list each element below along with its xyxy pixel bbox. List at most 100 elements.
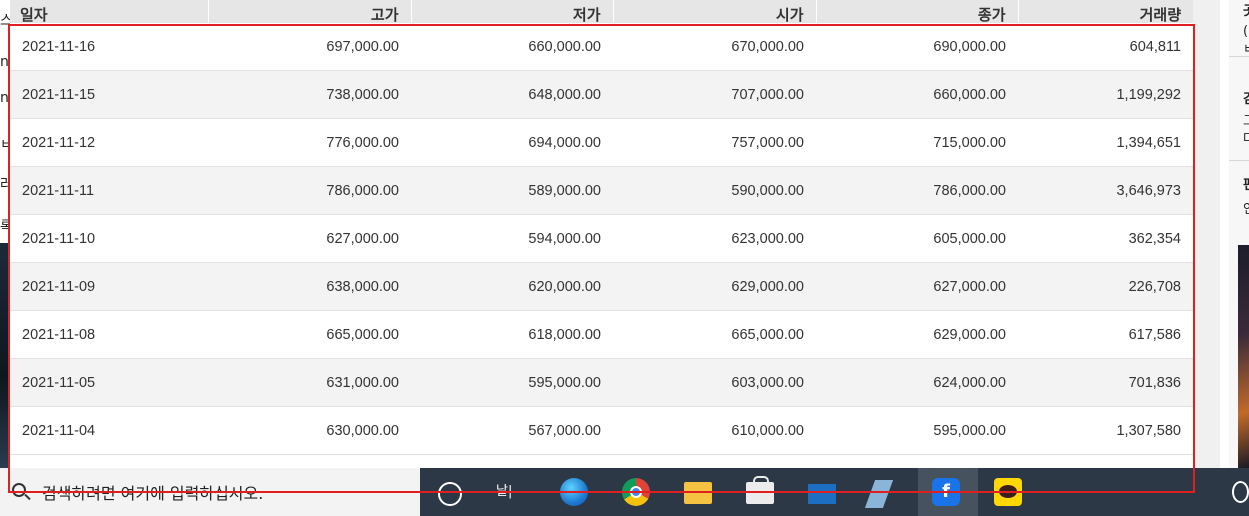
cell-volume: 3,646,973 (1018, 166, 1193, 215)
divider (1229, 160, 1249, 161)
cell-high: 776,000.00 (208, 118, 411, 167)
cell-high: 665,000.00 (208, 310, 411, 359)
cell-date: 2021-11-08 (10, 310, 208, 359)
cell-close: 715,000.00 (816, 118, 1018, 167)
right-fragment: 인 (1243, 202, 1249, 217)
cell-high: 697,000.00 (208, 23, 411, 71)
cell-close: 629,000.00 (816, 310, 1018, 359)
cell-low: 595,000.00 (411, 358, 613, 407)
cell-high: 738,000.00 (208, 70, 411, 119)
mail-icon[interactable] (808, 484, 836, 504)
background-window-right: 곳 ( ㅂ 김 그 다 편 인 (1229, 0, 1249, 468)
cell-high: 638,000.00 (208, 262, 411, 311)
cell-low: 660,000.00 (411, 23, 613, 71)
cell-open: 707,000.00 (613, 70, 816, 119)
cell-close: 624,000.00 (816, 358, 1018, 407)
cell-volume: 1,307,580 (1018, 406, 1193, 455)
table-row: 2021-11-10 627,000.00 594,000.00 623,000… (10, 214, 1193, 263)
cell-date: 2021-11-11 (10, 166, 208, 215)
cell-volume: 226,708 (1018, 262, 1193, 311)
cell-low: 594,000.00 (411, 214, 613, 263)
cell-close: 605,000.00 (816, 214, 1018, 263)
cell-open: 590,000.00 (613, 166, 816, 215)
table-row: 2021-11-04 630,000.00 567,000.00 610,000… (10, 406, 1193, 455)
app-f-icon[interactable]: f (932, 478, 960, 506)
left-fragment: ㅂ (0, 137, 10, 153)
cell-high: 631,000.00 (208, 358, 411, 407)
table-row: 2021-11-05 631,000.00 595,000.00 603,000… (10, 358, 1193, 407)
cell-close: 690,000.00 (816, 23, 1018, 71)
cell-open: 757,000.00 (613, 118, 816, 167)
kakaotalk-icon[interactable] (994, 478, 1022, 506)
windows-taskbar: 검색하려면 여기에 입력하십시오. 날| f (0, 468, 1249, 516)
cell-volume: 617,586 (1018, 310, 1193, 359)
column-header-date[interactable]: 일자 (10, 0, 209, 23)
cell-open: 603,000.00 (613, 358, 816, 407)
widgets-icon[interactable]: 날| (496, 480, 512, 508)
cell-volume: 1,394,651 (1018, 118, 1193, 167)
taskbar-search-box[interactable]: 검색하려면 여기에 입력하십시오. (0, 468, 420, 516)
cell-close: 595,000.00 (816, 406, 1018, 455)
cell-date: 2021-11-09 (10, 262, 208, 311)
right-fragment: 그 (1243, 114, 1249, 129)
cell-open: 610,000.00 (613, 406, 816, 455)
table-row: 2021-11-09 638,000.00 620,000.00 629,000… (10, 262, 1193, 311)
chrome-icon[interactable] (622, 478, 650, 506)
column-header-open[interactable]: 시가 (613, 0, 817, 23)
cell-open: 629,000.00 (613, 262, 816, 311)
right-fragment: 다 (1243, 132, 1249, 147)
table-row: 2021-11-15 738,000.00 648,000.00 707,000… (10, 70, 1193, 119)
cell-high: 627,000.00 (208, 214, 411, 263)
background-image (1238, 245, 1249, 468)
right-fragment: 김 (1243, 92, 1249, 107)
scrollbar-track[interactable] (1193, 0, 1220, 468)
cell-volume: 701,836 (1018, 358, 1193, 407)
price-table-container: 일자 고가 저가 시가 종가 거래량 2021-11-16 697,000.00… (10, 0, 1193, 455)
cell-date: 2021-11-10 (10, 214, 208, 263)
cell-close: 627,000.00 (816, 262, 1018, 311)
cell-close: 660,000.00 (816, 70, 1018, 119)
cell-volume: 1,199,292 (1018, 70, 1193, 119)
cell-high: 786,000.00 (208, 166, 411, 215)
left-fragment: n (0, 90, 9, 106)
pen-icon[interactable] (864, 480, 894, 508)
edge-icon[interactable] (560, 478, 588, 506)
cell-high: 630,000.00 (208, 406, 411, 455)
divider (1229, 56, 1249, 57)
column-header-volume[interactable]: 거래량 (1018, 0, 1193, 23)
cell-low: 694,000.00 (411, 118, 613, 167)
left-fragment: 록 (0, 219, 10, 235)
cell-open: 670,000.00 (613, 23, 816, 71)
right-fragment: ㅂ (1243, 42, 1249, 57)
cell-low: 648,000.00 (411, 70, 613, 119)
background-image (0, 243, 10, 468)
cell-date: 2021-11-12 (10, 118, 208, 167)
column-header-close[interactable]: 종가 (816, 0, 1019, 23)
cell-open: 623,000.00 (613, 214, 816, 263)
right-fragment: ( (1243, 24, 1249, 39)
price-table: 일자 고가 저가 시가 종가 거래량 2021-11-16 697,000.00… (10, 0, 1193, 455)
cell-low: 620,000.00 (411, 262, 613, 311)
table-row: 2021-11-08 665,000.00 618,000.00 665,000… (10, 310, 1193, 359)
search-placeholder: 검색하려면 여기에 입력하십시오. (42, 484, 264, 503)
cell-low: 618,000.00 (411, 310, 613, 359)
cell-date: 2021-11-15 (10, 70, 208, 119)
cell-low: 567,000.00 (411, 406, 613, 455)
column-header-low[interactable]: 저가 (411, 0, 614, 23)
tray-icon[interactable] (1232, 481, 1249, 503)
table-row: 2021-11-11 786,000.00 589,000.00 590,000… (10, 166, 1193, 215)
task-view-icon[interactable] (438, 482, 462, 506)
file-explorer-icon[interactable] (684, 482, 712, 504)
cell-volume: 604,811 (1018, 23, 1193, 71)
cell-date: 2021-11-05 (10, 358, 208, 407)
cell-close: 786,000.00 (816, 166, 1018, 215)
store-icon[interactable] (746, 476, 774, 504)
left-fragment: 스 (0, 13, 10, 29)
cell-open: 665,000.00 (613, 310, 816, 359)
right-fragment: 곳 (1243, 4, 1249, 19)
column-header-high[interactable]: 고가 (208, 0, 412, 23)
search-icon (12, 483, 26, 497)
left-fragment: 러 (0, 177, 10, 193)
cell-low: 589,000.00 (411, 166, 613, 215)
left-fragment: n (0, 54, 9, 70)
